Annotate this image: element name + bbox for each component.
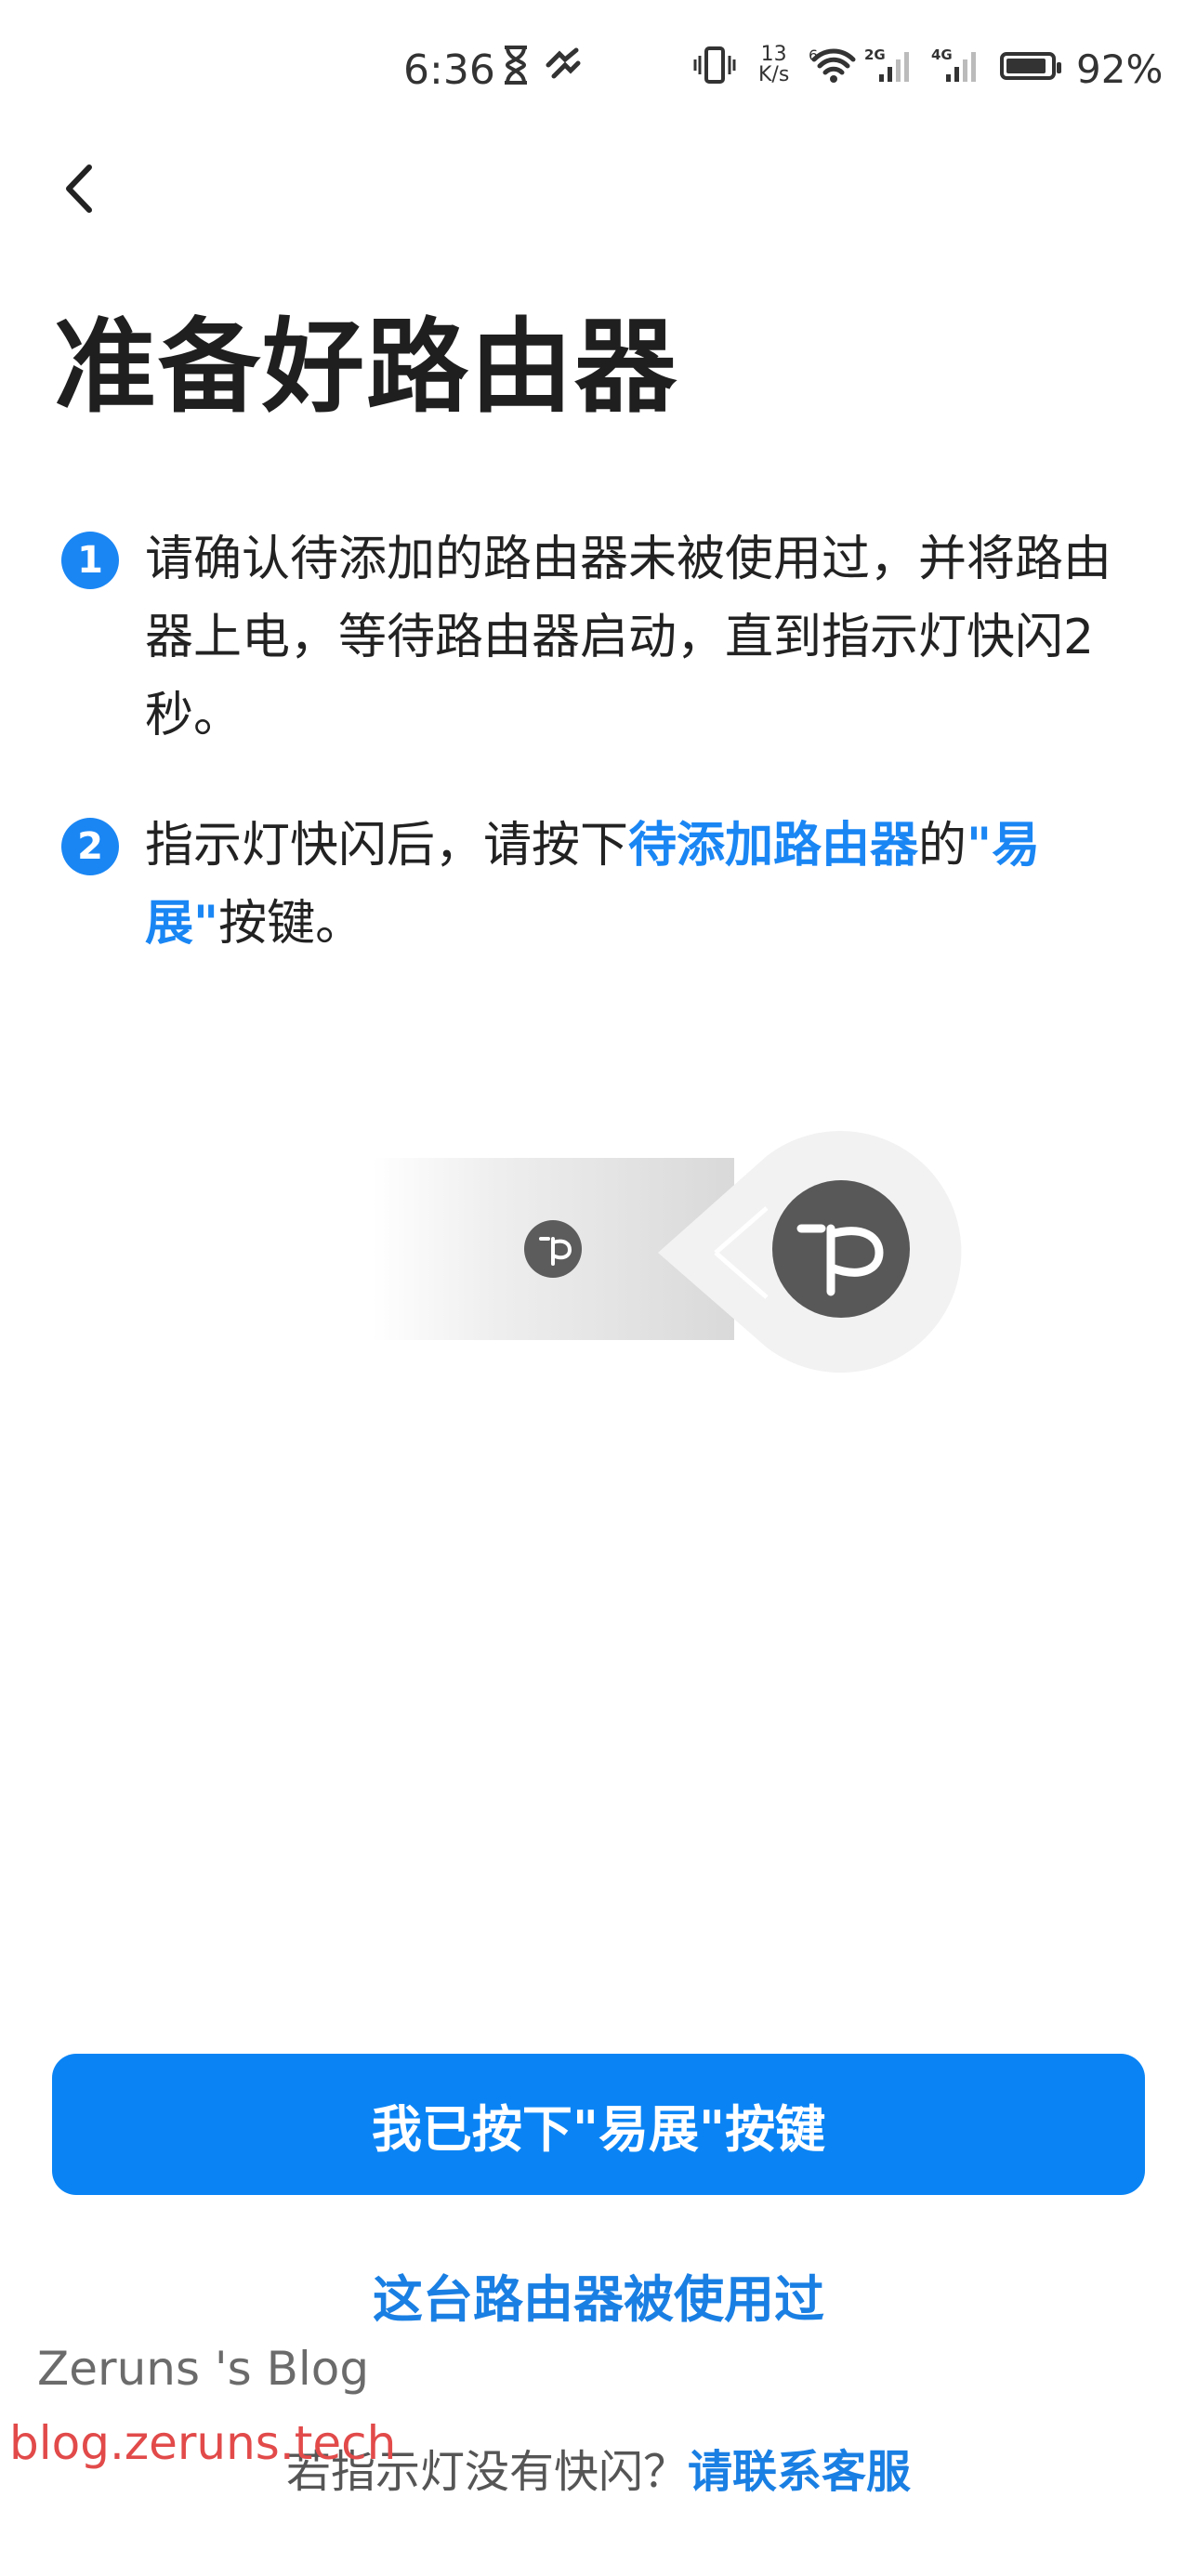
contact-support-link[interactable]: 请联系客服	[688, 2446, 911, 2498]
pressed-easymesh-button[interactable]: 我已按下"易展"按键	[52, 2054, 1145, 2195]
step-1-badge: 1	[61, 532, 119, 589]
chevron-left-icon	[66, 164, 92, 213]
network-speed: 13 K/s	[758, 45, 789, 85]
back-button[interactable]	[52, 156, 108, 221]
step-2-badge: 2	[61, 818, 119, 875]
wifi-label: 6	[809, 46, 819, 64]
step-2-text-after: 按键。	[218, 896, 364, 952]
easymesh-button-icon	[772, 1180, 910, 1318]
small-easymesh-button-icon	[524, 1220, 582, 1278]
status-bar: 6:36 13 K/s 6 2G 4G 92%	[0, 0, 1197, 139]
vibrate-icon	[693, 46, 736, 84]
step-2-text: 指示灯快闪后，请按下待添加路由器的"易展"按键。	[145, 807, 1134, 963]
net-speed-value: 13	[760, 43, 787, 66]
step-2-text-middle: 的	[918, 818, 967, 874]
net-speed-unit: K/s	[758, 63, 790, 86]
app-notification-icon	[546, 47, 581, 79]
signal-2g-label: 2G	[864, 46, 886, 63]
hourglass-icon	[505, 46, 527, 85]
battery-icon	[1000, 52, 1061, 80]
watermark-url: blog.zeruns.tech	[9, 2416, 397, 2470]
battery-fill	[1006, 59, 1046, 73]
step-2-text-before: 指示灯快闪后，请按下	[145, 818, 629, 874]
watermark-blog-name: Zeruns 's Blog	[37, 2342, 370, 2396]
battery-percent: 92%	[1076, 46, 1164, 92]
signal-4g-label: 4G	[931, 46, 953, 63]
router-used-link[interactable]: 这台路由器被使用过	[0, 2258, 1197, 2332]
status-time: 6:36	[403, 46, 495, 94]
step-2-highlight-router: 待添加路由器	[628, 818, 919, 874]
easymesh-button-illustration	[372, 1131, 962, 1373]
page-title: 准备好路由器	[54, 308, 678, 427]
step-1-text: 请确认待添加的路由器未被使用过，并将路由器上电，等待路由器启动，直到指示灯快闪2…	[145, 532, 1112, 743]
